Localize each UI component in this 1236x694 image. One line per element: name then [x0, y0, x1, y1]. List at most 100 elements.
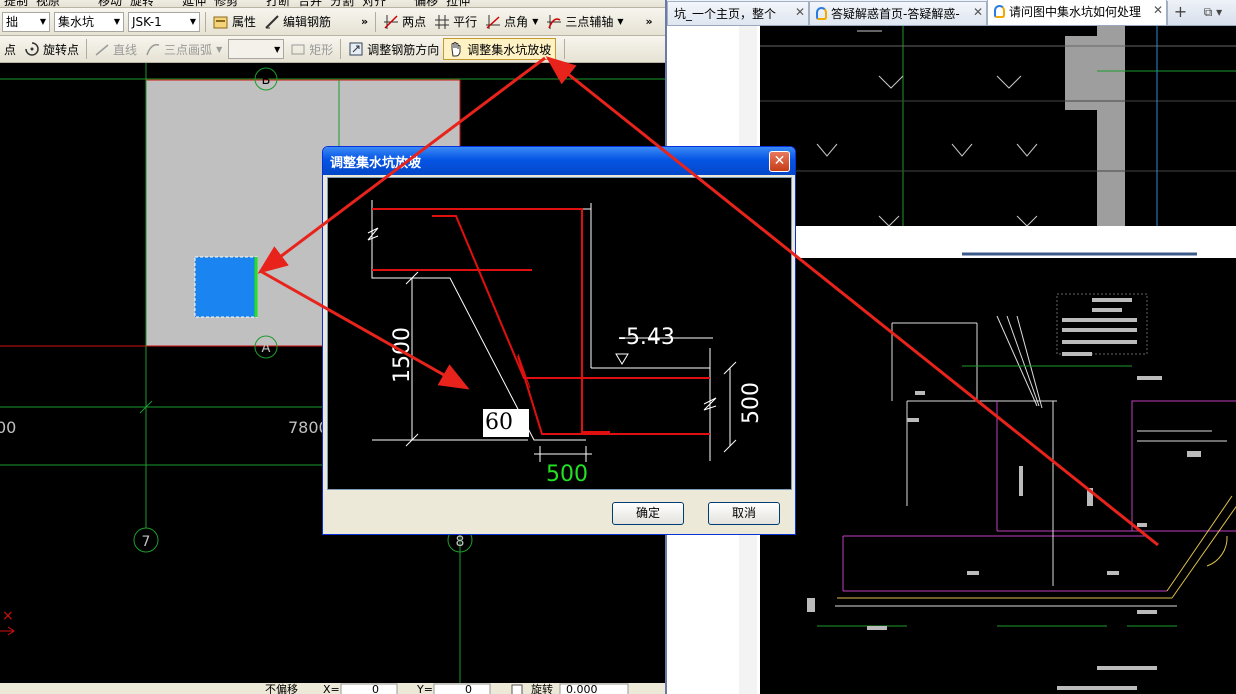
bottom-width-value: 500	[546, 462, 588, 487]
tab-2-label: 答疑解惑首页-答疑解惑-	[831, 7, 960, 21]
cad-image-top[interactable]	[760, 26, 1236, 227]
two-points-label: 两点	[402, 15, 427, 29]
tool-top-0[interactable]: 提制	[0, 0, 32, 7]
tool-top-5[interactable]: 修剪	[210, 0, 242, 7]
tab-1-label: 坑_一个主页，整个	[674, 7, 777, 21]
rebar-line	[432, 215, 710, 379]
rectangle-button[interactable]: 矩形	[286, 38, 337, 60]
rectangle-label: 矩形	[309, 42, 334, 57]
parallel-axis-button[interactable]: 平行	[430, 11, 481, 33]
cad-image-pit-detail[interactable]	[760, 258, 1236, 694]
tool-top-9[interactable]: 对齐	[358, 0, 390, 7]
break-mark-icon	[367, 227, 379, 241]
tool-top-11[interactable]: 拉伸	[442, 0, 474, 7]
tab-close-icon[interactable]: ✕	[973, 5, 983, 19]
arc-icon	[145, 41, 161, 57]
x-value: 0	[372, 683, 379, 694]
tab-close-icon[interactable]: ✕	[795, 5, 805, 19]
browser-tab-2[interactable]: 答疑解惑首页-答疑解惑- ✕	[809, 1, 987, 25]
offset-mode[interactable]: 不偏移	[265, 683, 298, 694]
toolbar-overflow-icon[interactable]: »	[642, 15, 657, 28]
point-label: 点	[4, 42, 17, 57]
point-angle-label: 点角	[504, 15, 529, 29]
tool-top-8[interactable]: 分割	[326, 0, 358, 7]
point-angle-button[interactable]: 点角 ▼	[481, 11, 542, 33]
depth-value: 1500	[390, 327, 415, 383]
dialog-title: 调整集水坑放坡	[330, 156, 422, 171]
toolbar-separator	[564, 39, 566, 59]
line-style-combo[interactable]: ▼	[228, 39, 285, 59]
tool-top-3[interactable]: 旋转	[126, 0, 158, 7]
chevron-down-icon: ▼	[39, 17, 46, 26]
toolbar-row1: 拙 ▼ 集水坑 ▼ JSK-1 ▼ 属性 编辑钢筋 » 两点 平行 点角 ▼ 三点辅轴 ▼…	[0, 8, 665, 36]
sump-pit-jsk1[interactable]	[194, 256, 258, 318]
two-points-icon	[383, 14, 399, 30]
y-field[interactable]	[433, 683, 491, 694]
line-button[interactable]: 直线	[90, 38, 141, 60]
toolbar-separator	[340, 39, 342, 59]
two-points-axis-button[interactable]: 两点	[379, 11, 430, 33]
rectangle-icon	[290, 41, 306, 57]
adjust-rebar-direction-button[interactable]: 调整钢筋方向	[344, 38, 443, 60]
ucs-x-icon: ×	[2, 608, 14, 624]
parallel-label: 平行	[453, 15, 478, 29]
chevron-down-icon: ▼	[113, 17, 120, 26]
property-label: 属性	[232, 15, 257, 29]
tool-top-6[interactable]: 打断	[262, 0, 294, 7]
x-label: X=	[323, 683, 340, 694]
chevron-down-icon: ▼	[189, 17, 196, 26]
adjust-pit-slope-button[interactable]: 调整集水坑放坡	[443, 38, 557, 60]
axis-label-8: 8	[456, 534, 465, 550]
rotate-label: 旋转	[531, 683, 553, 694]
chevron-down-icon: ▼	[274, 44, 281, 54]
site-favicon-icon	[994, 5, 1005, 18]
toolbar-row2: 点 旋转点 直线 三点画弧 ▼ ▼ 矩形 调整钢筋方向 调整集水坑放坡	[0, 36, 665, 63]
adjust-rebar-direction-label: 调整钢筋方向	[367, 42, 440, 57]
tool-top-4[interactable]: 延伸	[178, 0, 210, 7]
floor-combo[interactable]: 拙 ▼	[2, 11, 50, 32]
slope-angle-input[interactable]: 60	[483, 409, 529, 437]
browser-tab-3-active[interactable]: 请问图中集水坑如何处理 ✕	[987, 0, 1167, 25]
restore-window-button[interactable]: ⧉ ▾	[1193, 1, 1233, 25]
axis-label-b: B	[262, 73, 271, 88]
component-name-combo[interactable]: JSK-1 ▼	[128, 11, 200, 32]
line-icon	[94, 41, 110, 57]
y-value: 0	[465, 683, 472, 694]
component-type-combo[interactable]: 集水坑 ▼	[54, 11, 124, 32]
cancel-button[interactable]: 取消	[708, 502, 780, 525]
new-tab-button[interactable]: +	[1167, 1, 1193, 25]
adjust-pit-slope-dialog: 调整集水坑放坡 ✕ -5.43 1500 500 500 60 确定 取消	[322, 146, 796, 535]
axis-label-7: 7	[142, 534, 151, 550]
hand-icon	[448, 41, 464, 57]
browser-tab-1[interactable]: 坑_一个主页，整个 ✕	[667, 1, 809, 25]
rotate-checkbox[interactable]	[511, 684, 523, 694]
point-button[interactable]: 点	[0, 38, 20, 60]
edit-rebar-button[interactable]: 编辑钢筋	[260, 11, 335, 33]
rotate-value: 0.000	[566, 683, 598, 694]
tool-top-7[interactable]: 合并	[294, 0, 326, 7]
tab-close-icon[interactable]: ✕	[1153, 3, 1163, 17]
three-point-axis-label: 三点辅轴	[565, 15, 614, 29]
status-bar-partial: 不偏移 X= 0 Y= 0 旋转 0.000	[265, 683, 629, 694]
close-icon[interactable]: ✕	[769, 151, 790, 172]
slope-diagram: -5.43 1500 500 500 60	[327, 177, 792, 490]
ok-button[interactable]: 确定	[612, 502, 684, 525]
rotate-point-icon	[24, 41, 40, 57]
tool-top-2[interactable]: 移动	[94, 0, 126, 7]
tool-top-1[interactable]: 视原	[32, 0, 64, 7]
toolbar-overflow-icon[interactable]: »	[357, 15, 372, 28]
dialog-title-bar[interactable]: 调整集水坑放坡	[323, 147, 795, 175]
elevation-marker-icon	[615, 353, 629, 365]
three-point-axis-button[interactable]: 三点辅轴 ▼	[542, 11, 627, 33]
tool-top-10[interactable]: 偏移	[410, 0, 442, 7]
rotate-point-button[interactable]: 旋转点	[20, 38, 83, 60]
image-gap	[760, 226, 1236, 250]
chevron-down-icon: ▼	[216, 44, 223, 54]
adjust-pit-slope-label: 调整集水坑放坡	[467, 42, 552, 57]
three-point-arc-button[interactable]: 三点画弧 ▼	[141, 38, 226, 60]
x-field[interactable]	[340, 683, 398, 694]
component-type-value: 集水坑	[58, 15, 95, 29]
rebar-line	[372, 208, 610, 433]
pit-height-value: 500	[739, 382, 764, 424]
property-button[interactable]: 属性	[209, 11, 260, 33]
